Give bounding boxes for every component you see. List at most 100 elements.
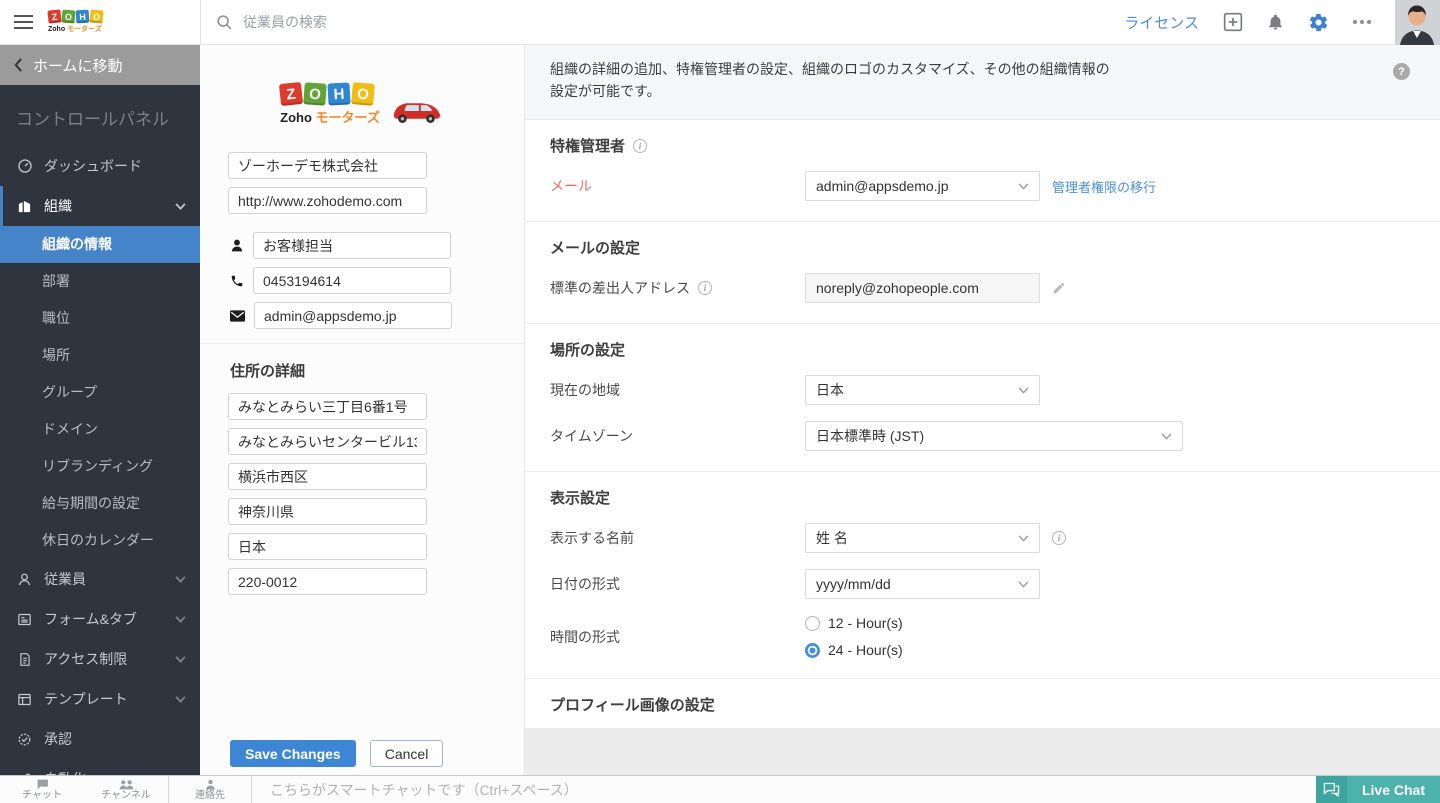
display-name-dropdown[interactable]: 姓 名 (805, 523, 1040, 553)
company-name-input[interactable] (228, 152, 427, 179)
smart-chat-input[interactable] (270, 781, 1264, 798)
live-chat-button[interactable]: Live Chat (1315, 776, 1440, 803)
sidebar-subitem-holiday-calendar[interactable]: 休日のカレンダー (0, 522, 200, 559)
country-input[interactable] (228, 533, 427, 560)
section-title: メールの設定 (550, 240, 641, 257)
chat-tab[interactable]: チャット (0, 776, 84, 803)
chevron-down-icon (1018, 386, 1029, 394)
sidebar-item-label: アクセス制限 (44, 651, 128, 667)
sidebar-subitem-domains[interactable]: ドメイン (0, 411, 200, 448)
sidebar-item-templates[interactable]: テンプレート (0, 679, 200, 719)
address-line2-input[interactable] (228, 428, 427, 455)
user-avatar[interactable] (1395, 0, 1440, 45)
sidebar-item-label: フォーム&タブ (44, 611, 137, 627)
intro-banner: 組織の詳細の追加、特権管理者の設定、組織のロゴのカスタマイズ、その他の組織情報の… (525, 45, 1440, 120)
transfer-admin-link[interactable]: 管理者権限の移行 (1052, 177, 1156, 196)
phone-input[interactable] (253, 267, 451, 294)
region-label: 現在の地域 (550, 382, 620, 398)
zoho-motors-logo: Z O H O Zoho モーターズ (200, 45, 524, 152)
logo-tile: O (89, 9, 104, 24)
address-section-title: 住所の詳細 (230, 363, 306, 380)
sidebar-subitem-locations[interactable]: 場所 (0, 337, 200, 374)
logo-tile: O (61, 9, 76, 24)
channel-group-icon (119, 779, 133, 789)
notifications-bell-icon[interactable] (1267, 13, 1284, 32)
logo-tile: Z (279, 81, 304, 107)
search-icon[interactable] (216, 14, 233, 31)
edit-pencil-icon[interactable] (1052, 281, 1066, 295)
sidebar-subitem-pay-period[interactable]: 給与期間の設定 (0, 485, 200, 522)
info-icon[interactable]: i (633, 138, 648, 153)
sidebar-item-organization[interactable]: 組織 (0, 186, 200, 226)
hamburger-menu-icon[interactable] (0, 0, 46, 45)
back-to-home[interactable]: ホームに移動 (0, 45, 200, 85)
cancel-button[interactable]: Cancel (369, 740, 444, 767)
chevron-down-icon (1018, 534, 1029, 542)
website-input[interactable] (228, 187, 427, 214)
region-dropdown[interactable]: 日本 (805, 375, 1040, 405)
sidebar-item-label: 従業員 (44, 571, 86, 587)
logo-tile: O (351, 82, 376, 106)
email-input[interactable] (254, 302, 452, 329)
sidebar-item-approvals[interactable]: 承認 (0, 719, 200, 759)
chat-bubble-icon (36, 779, 48, 789)
city-input[interactable] (228, 463, 427, 490)
logo-tile: H (327, 82, 351, 106)
address-line1-input[interactable] (228, 393, 427, 420)
sidebar-subitem-departments[interactable]: 部署 (0, 263, 200, 300)
channels-tab[interactable]: チャンネル (84, 776, 168, 803)
sidebar-subitem-groups[interactable]: グループ (0, 374, 200, 411)
timezone-label: タイムゾーン (550, 428, 634, 444)
add-icon[interactable] (1223, 12, 1243, 32)
logo-tile: O (303, 82, 327, 106)
sidebar-item-label: 組織 (44, 198, 72, 214)
radio-icon[interactable] (805, 615, 820, 631)
timezone-dropdown[interactable]: 日本標準時 (JST) (805, 421, 1183, 451)
info-icon[interactable]: i (1052, 531, 1066, 545)
section-title: 場所の設定 (550, 342, 626, 359)
more-options-icon[interactable] (1353, 20, 1371, 24)
license-link[interactable]: ライセンス (1124, 12, 1199, 33)
approval-check-icon (16, 732, 33, 747)
sidebar-subitem-designations[interactable]: 職位 (0, 300, 200, 337)
admin-email-dropdown[interactable]: admin@appsdemo.jp (805, 171, 1040, 201)
email-label: メール (550, 178, 592, 194)
contacts-tab[interactable]: 連絡先 (168, 776, 252, 803)
live-chat-label: Live Chat (1346, 776, 1440, 803)
radio-12-hour[interactable]: 12 - Hour(s) (805, 615, 903, 631)
contact-person-input[interactable] (253, 232, 451, 259)
sidebar: ホームに移動 コントロールパネル ダッシュボード 組織 組織の情報 部署 職位 … (0, 45, 200, 787)
organization-settings-panel: 組織の詳細の追加、特権管理者の設定、組織のロゴのカスタマイズ、その他の組織情報の… (525, 45, 1440, 728)
sidebar-subitem-rebranding[interactable]: リブランディング (0, 448, 200, 485)
contact-person-icon (231, 239, 243, 252)
from-address-field: noreply@zohopeople.com (805, 273, 1040, 303)
search-input[interactable] (243, 14, 803, 30)
section-title: 特権管理者 (550, 138, 626, 155)
state-input[interactable] (228, 498, 427, 525)
info-icon[interactable]: i (698, 281, 712, 295)
section-mail-settings: メールの設定 標準の差出人アドレス i noreply@zohopeople.co… (525, 222, 1440, 324)
top-bar: Z O H O Zoho モーターズ ライセンス (0, 0, 1440, 45)
sidebar-item-forms-tabs[interactable]: フォーム&タブ (0, 599, 200, 639)
display-name-label: 表示する名前 (550, 530, 634, 546)
chevron-down-icon (175, 575, 186, 583)
back-to-home-label: ホームに移動 (33, 57, 123, 75)
time-format-label: 時間の形式 (550, 628, 620, 645)
sidebar-item-employees[interactable]: 従業員 (0, 559, 200, 599)
forms-tabs-icon (16, 612, 33, 627)
date-format-dropdown[interactable]: yyyy/mm/dd (805, 569, 1040, 599)
chevron-down-icon (175, 202, 186, 210)
chevron-down-icon (175, 615, 186, 623)
radio-checked-icon[interactable] (805, 642, 820, 658)
sidebar-item-access-restriction[interactable]: アクセス制限 (0, 639, 200, 679)
radio-24-hour[interactable]: 24 - Hour(s) (805, 642, 903, 658)
zoho-motors-logo-small[interactable]: Z O H O Zoho モーターズ (47, 9, 198, 34)
settings-gear-icon[interactable] (1308, 12, 1329, 33)
zip-input[interactable] (228, 568, 427, 595)
divider (200, 0, 201, 45)
help-question-icon[interactable]: ? (1393, 63, 1410, 80)
sidebar-subitem-org-info[interactable]: 組織の情報 (0, 226, 200, 263)
sidebar-item-dashboard[interactable]: ダッシュボード (0, 146, 200, 186)
red-car-icon (393, 103, 441, 123)
save-changes-button[interactable]: Save Changes (230, 740, 356, 767)
